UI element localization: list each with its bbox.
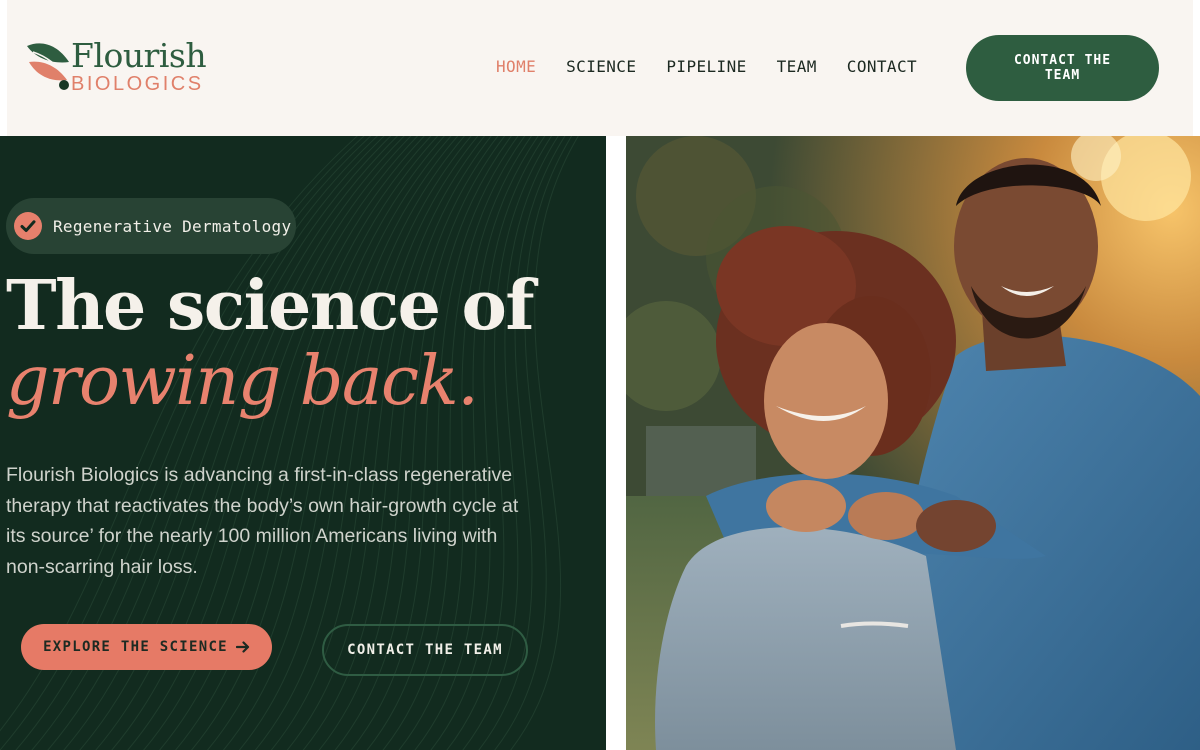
nav-item-contact[interactable]: CONTACT: [847, 56, 917, 78]
hero-contact-button[interactable]: CONTACT THE TEAM: [322, 624, 528, 676]
header-contact-button[interactable]: CONTACT THE TEAM: [966, 35, 1159, 101]
explore-science-button[interactable]: EXPLORE THE SCIENCE: [21, 624, 272, 670]
check-circle-icon: [14, 212, 42, 240]
badge-label: Regenerative Dermatology: [53, 216, 292, 236]
site-header: Flourish BIOLOGICS HOME SCIENCE PIPELINE…: [7, 0, 1193, 136]
brand-name: Flourish: [71, 36, 207, 75]
brand-logo[interactable]: Flourish BIOLOGICS: [27, 38, 227, 100]
category-badge: Regenerative Dermatology: [6, 198, 296, 254]
hero-headline: The science of: [6, 266, 535, 346]
hero-description: Flourish Biologics is advancing a first-…: [6, 464, 519, 578]
logo-dot: [59, 80, 69, 90]
hero-couple-photo: [626, 136, 1200, 750]
hero-section: Regenerative Dermatology The science of …: [0, 136, 606, 750]
main-nav: HOME SCIENCE PIPELINE TEAM CONTACT: [496, 56, 917, 78]
nav-item-team[interactable]: TEAM: [777, 56, 817, 78]
hero-headline-accent: growing back.: [6, 342, 479, 421]
nav-item-pipeline[interactable]: PIPELINE: [666, 56, 746, 78]
brand-subname: BIOLOGICS: [71, 73, 204, 95]
explore-science-label: EXPLORE THE SCIENCE: [43, 639, 228, 655]
nav-item-home[interactable]: HOME: [496, 56, 536, 78]
arrow-right-icon: [235, 641, 250, 653]
nav-item-science[interactable]: SCIENCE: [566, 56, 636, 78]
